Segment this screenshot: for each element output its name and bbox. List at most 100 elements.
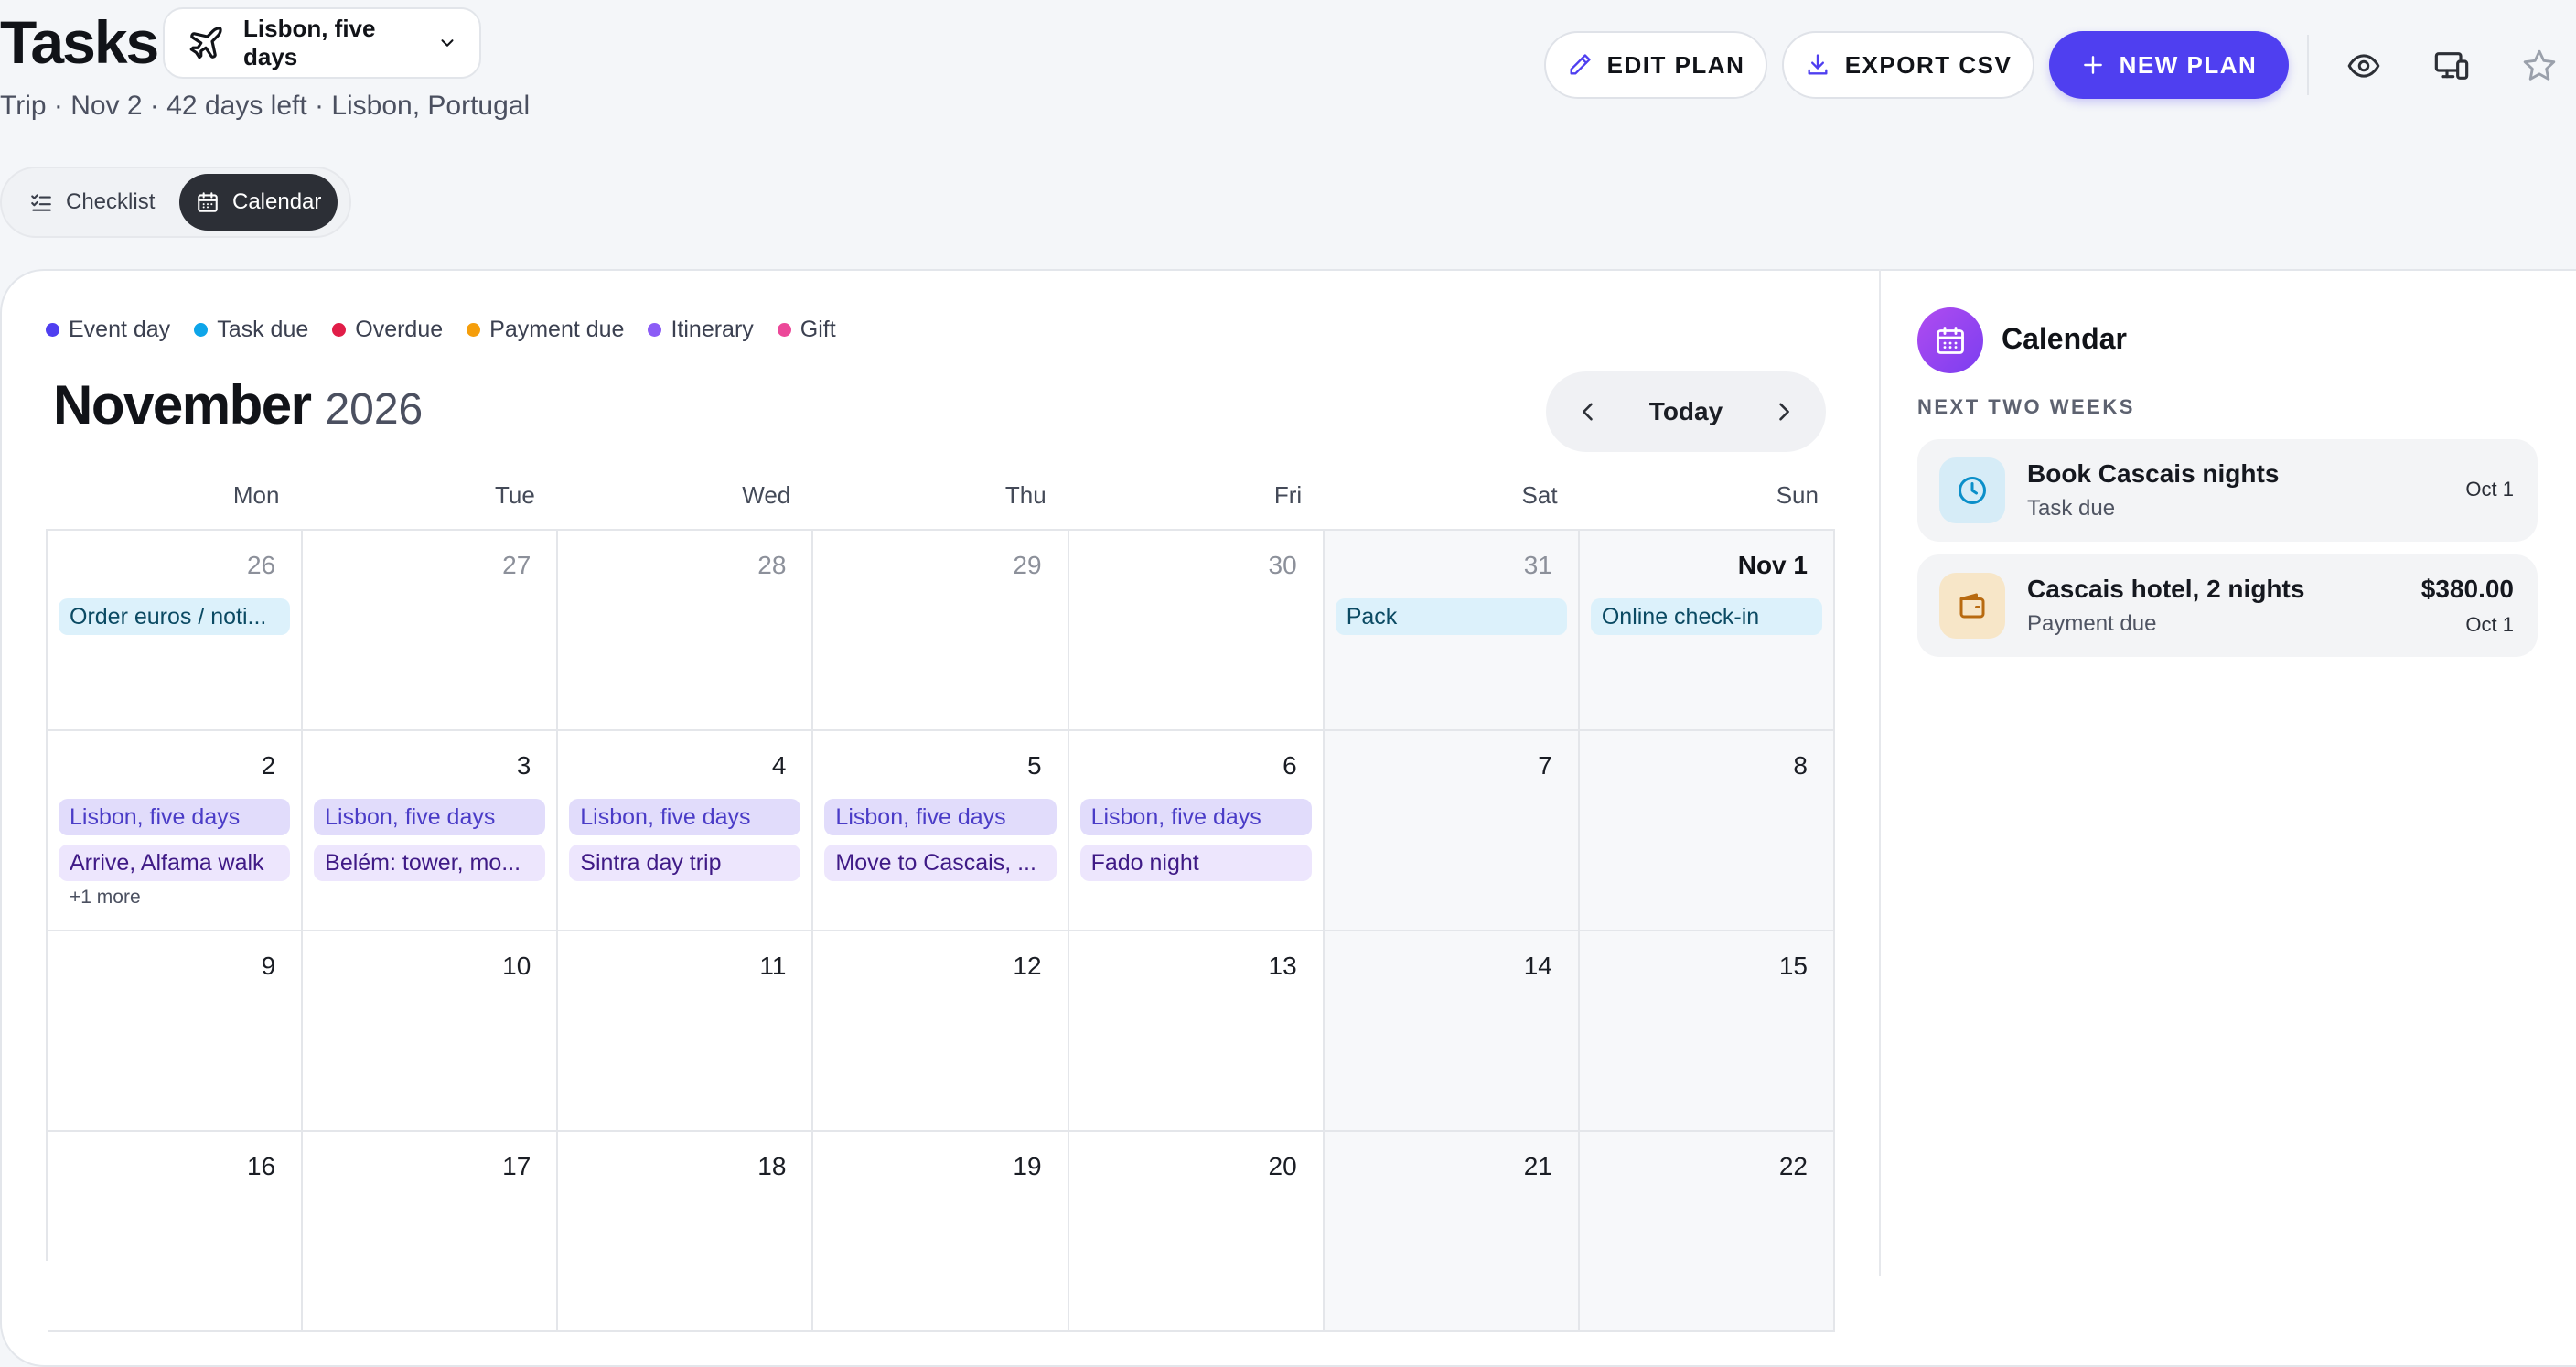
legend-dot: [467, 323, 481, 337]
schedule-item-title: Cascais hotel, 2 nights: [2027, 575, 2305, 603]
calendar-event-chip[interactable]: Lisbon, five days: [314, 799, 546, 835]
plan-select[interactable]: Lisbon, five days: [163, 7, 481, 79]
star-icon[interactable]: [2521, 48, 2558, 84]
airplane-icon: [187, 24, 225, 62]
day-number: Nov 1: [1737, 551, 1808, 579]
weekday-label: Thu: [1004, 481, 1046, 509]
calendar-day-cell[interactable]: 31 Pack: [1324, 531, 1580, 731]
day-number: 29: [1013, 551, 1042, 579]
calendar-day-cell[interactable]: 13: [1068, 931, 1325, 1132]
calendar-event-chip[interactable]: Belém: tower, mo...: [314, 845, 546, 881]
calendar-day-cell[interactable]: Nov 1 Online check-in: [1579, 531, 1835, 731]
calendar-event-chip[interactable]: Lisbon, five days: [824, 799, 1057, 835]
day-number: 4: [771, 751, 787, 780]
calendar-event-chip[interactable]: Fado night: [1079, 845, 1312, 881]
calendar-day-cell[interactable]: 12: [813, 931, 1069, 1132]
schedule-item-date: Oct 1: [2465, 613, 2514, 636]
calendar-day-cell[interactable]: 4 Lisbon, five days Sintra day trip: [558, 731, 814, 931]
day-number: 3: [516, 751, 531, 780]
calendar-day-cell[interactable]: 11: [558, 931, 814, 1132]
calendar-day-cell[interactable]: 7: [1324, 731, 1580, 931]
schedule-item-type: Task due: [2027, 496, 2116, 521]
calendar-day-cell[interactable]: 22: [1579, 1132, 1835, 1332]
day-number: 16: [246, 1152, 276, 1180]
chevron-right-icon[interactable]: [1771, 399, 1797, 425]
calendar-day-cell[interactable]: 5 Lisbon, five days Move to Cascais, ...: [813, 731, 1069, 931]
calendar-grid: 26 Order euros / noti... 27 28 29 30 31 Pack Nov…: [46, 529, 1835, 1332]
plus-icon: [2081, 53, 2105, 77]
calendar-event-chip[interactable]: Move to Cascais, ...: [824, 845, 1057, 881]
calendar-event-chip[interactable]: Lisbon, five days: [569, 799, 801, 835]
tab-calendar[interactable]: Calendar: [179, 174, 338, 231]
calendar-icon: [196, 190, 220, 214]
calendar-day-cell[interactable]: 6 Lisbon, five days Fado night: [1068, 731, 1325, 931]
calendar-day-cell[interactable]: 14: [1324, 931, 1580, 1132]
devices-icon[interactable]: [2433, 48, 2470, 84]
calendar-day-cell[interactable]: 8: [1579, 731, 1835, 931]
calendar-day-cell[interactable]: 17: [303, 1132, 559, 1332]
calendar-event-chip[interactable]: Arrive, Alfama walk: [59, 845, 291, 881]
legend-item: Overdue: [332, 317, 443, 343]
weekday-label: Tue: [495, 481, 535, 509]
day-events: Pack: [1335, 598, 1567, 635]
plan-select-label: Lisbon, five days: [243, 15, 376, 70]
day-number: 7: [1538, 751, 1552, 780]
legend: Event day Task due Overdue Payment due Itine…: [46, 317, 836, 343]
schedule-item[interactable]: Cascais hotel, 2 nights Payment due $380…: [1917, 554, 2538, 657]
schedule-item-title: Book Cascais nights: [2027, 459, 2280, 488]
calendar-event-chip[interactable]: Lisbon, five days: [59, 799, 291, 835]
wallet-icon: [1939, 573, 2005, 639]
day-events: Lisbon, five days Fado night: [1079, 799, 1312, 881]
calendar-day-cell[interactable]: 30: [1068, 531, 1325, 731]
tab-checklist[interactable]: Checklist: [13, 174, 171, 231]
day-events: Lisbon, five days Belém: tower, mo...: [314, 799, 546, 881]
day-number: 10: [502, 952, 531, 980]
day-number: 31: [1523, 551, 1552, 579]
day-number: 8: [1793, 751, 1808, 780]
day-number: 26: [246, 551, 276, 579]
edit-plan-button[interactable]: EDIT PLAN: [1544, 31, 1767, 99]
download-icon: [1805, 52, 1830, 78]
export-csv-button[interactable]: EXPORT CSV: [1782, 31, 2034, 99]
new-plan-button[interactable]: NEW PLAN: [2049, 31, 2289, 99]
calendar-event-chip[interactable]: Online check-in: [1590, 598, 1822, 635]
calendar-day-cell[interactable]: 15: [1579, 931, 1835, 1132]
day-number: 30: [1268, 551, 1297, 579]
schedule-item[interactable]: Book Cascais nights Task due Oct 1: [1917, 439, 2538, 542]
calendar-day-cell[interactable]: 9: [48, 931, 304, 1132]
calendar-day-cell[interactable]: 18: [558, 1132, 814, 1332]
month-name: November: [53, 374, 312, 436]
eye-icon[interactable]: [2345, 48, 2382, 84]
calendar-event-chip[interactable]: Sintra day trip: [569, 845, 801, 881]
day-number: 12: [1013, 952, 1042, 980]
calendar-day-cell[interactable]: 2 Lisbon, five days Arrive, Alfama walk +1 …: [48, 731, 304, 931]
calendar-day-cell[interactable]: 29: [813, 531, 1069, 731]
calendar-day-cell[interactable]: 21: [1324, 1132, 1580, 1332]
calendar-day-cell[interactable]: 3 Lisbon, five days Belém: tower, mo...: [303, 731, 559, 931]
legend-dot: [194, 323, 209, 337]
chevron-left-icon[interactable]: [1575, 399, 1601, 425]
today-button[interactable]: Today: [1649, 397, 1723, 426]
day-number: 11: [759, 952, 787, 980]
calendar-day-cell[interactable]: 28: [558, 531, 814, 731]
weekday-label: Mon: [232, 481, 280, 509]
calendar-day-cell[interactable]: 20: [1068, 1132, 1325, 1332]
month-title: November 2026: [53, 373, 423, 436]
legend-dot: [46, 323, 59, 337]
calendar-event-chip[interactable]: Order euros / noti...: [59, 598, 291, 635]
day-events: Lisbon, five days Move to Cascais, ...: [824, 799, 1057, 881]
calendar-event-chip[interactable]: Lisbon, five days: [1079, 799, 1312, 835]
day-number: 19: [1013, 1152, 1042, 1180]
legend-label: Overdue: [355, 317, 444, 342]
calendar-day-cell[interactable]: 10: [303, 931, 559, 1132]
calendar-day-cell[interactable]: 26 Order euros / noti...: [48, 531, 304, 731]
export-csv-label: EXPORT CSV: [1844, 50, 2012, 79]
chevron-down-icon: [437, 33, 457, 53]
legend-item: Itinerary: [648, 317, 754, 343]
calendar-day-cell[interactable]: 27: [303, 531, 559, 731]
more-events-link[interactable]: +1 more: [59, 887, 290, 909]
schedule-item-type: Payment due: [2027, 611, 2157, 636]
calendar-event-chip[interactable]: Pack: [1335, 598, 1567, 635]
calendar-day-cell[interactable]: 16: [48, 1132, 304, 1332]
calendar-day-cell[interactable]: 19: [813, 1132, 1069, 1332]
